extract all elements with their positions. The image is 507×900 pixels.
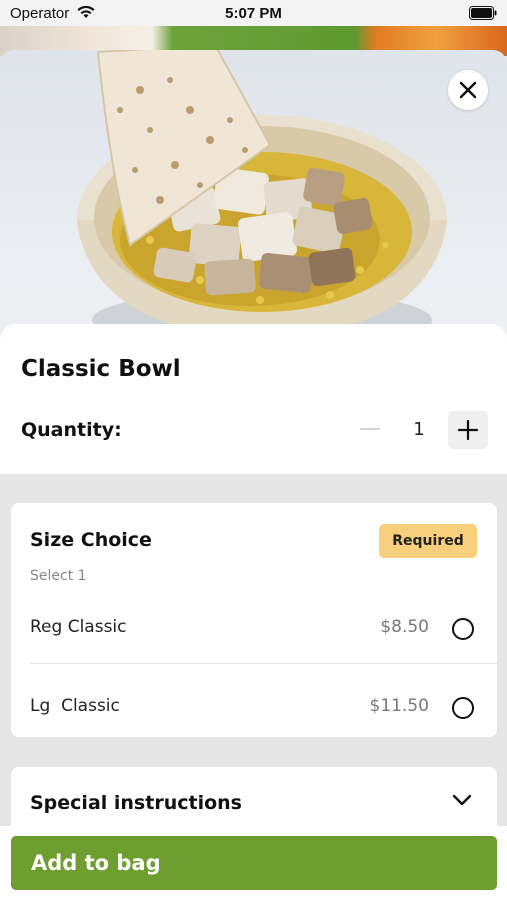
option-price: $8.50: [380, 617, 429, 637]
quantity-decrement-button[interactable]: [358, 417, 382, 441]
radio-button[interactable]: [452, 697, 474, 719]
required-badge: Required: [379, 524, 477, 558]
bowl-illustration: [77, 50, 447, 350]
add-to-bag-button[interactable]: Add to bag: [11, 836, 497, 890]
chevron-down-icon[interactable]: [451, 793, 473, 807]
option-label: Reg Classic: [30, 617, 127, 637]
size-choice-card: Size Choice Required Select 1 Reg Classi…: [11, 503, 497, 737]
quantity-increment-button[interactable]: [448, 411, 488, 449]
option-price: $11.50: [369, 696, 429, 716]
size-option-reg-classic[interactable]: Reg Classic $8.50: [30, 609, 497, 649]
quantity-label: Quantity:: [21, 419, 122, 441]
quantity-value: 1: [413, 419, 425, 440]
special-instructions-title: Special instructions: [30, 792, 242, 814]
plus-icon: [457, 419, 479, 441]
product-header-card: Classic Bowl Quantity: 1: [0, 324, 507, 474]
product-image: [0, 50, 507, 350]
option-label: Lg Classic: [30, 696, 120, 716]
product-title: Classic Bowl: [21, 356, 181, 382]
option-divider: [30, 663, 497, 664]
battery-icon: [469, 6, 497, 24]
size-choice-title: Size Choice: [30, 529, 152, 551]
status-bar: Operator 5:07 PM: [0, 0, 507, 26]
radio-button[interactable]: [452, 618, 474, 640]
close-button[interactable]: [448, 70, 488, 110]
minus-icon: [360, 428, 380, 430]
size-option-lg-classic[interactable]: Lg Classic $11.50: [30, 688, 497, 728]
product-detail-screen: Operator 5:07 PM Classic Bowl Quantity: …: [0, 0, 507, 900]
size-choice-subtitle: Select 1: [30, 568, 87, 584]
bottom-bar: Add to bag: [0, 826, 507, 900]
status-time: 5:07 PM: [225, 5, 282, 22]
close-icon: [459, 81, 477, 99]
